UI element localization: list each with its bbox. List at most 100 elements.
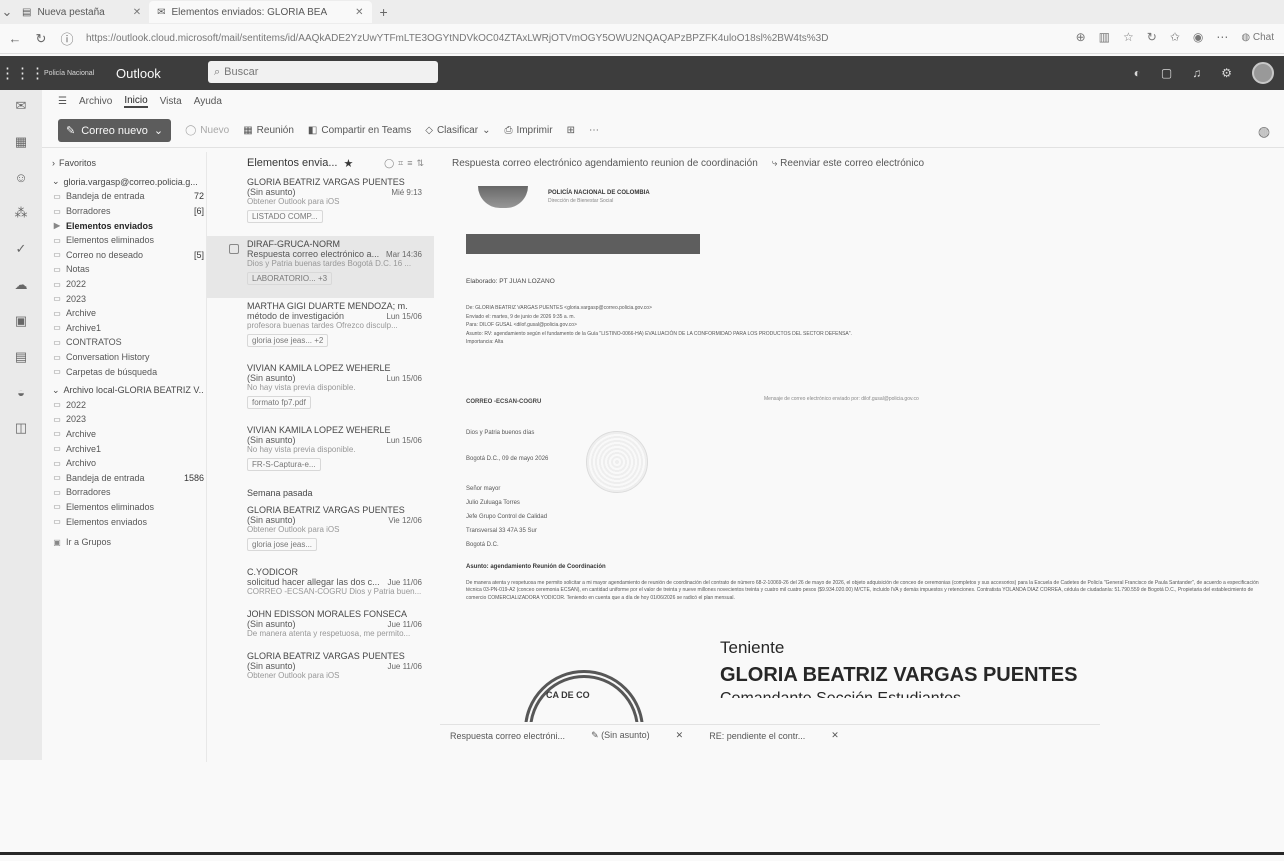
close-icon[interactable]: ✕ — [676, 730, 684, 741]
folder-item[interactable]: ▭ Archivo — [52, 456, 204, 471]
avatar[interactable] — [1252, 62, 1274, 84]
attachment-chip[interactable]: gloria jose jeas... +2 — [247, 334, 329, 347]
attachment-chip[interactable]: FR-S-Captura-e... — [247, 458, 321, 471]
close-icon[interactable]: ✕ — [831, 730, 839, 741]
folder-item[interactable]: ▭ Notas — [52, 262, 204, 277]
profile-icon[interactable]: ◉ — [1193, 30, 1203, 44]
folder-item[interactable]: ▭ 2022 — [52, 277, 204, 292]
grid-icon[interactable]: ⊞ — [567, 125, 575, 136]
meeting-button[interactable]: ▦ Reunión — [243, 125, 294, 136]
url-field[interactable]: https://outlook.cloud.microsoft/mail/sen… — [86, 33, 906, 44]
folder-item[interactable]: ▭ Carpetas de búsqueda — [52, 364, 204, 379]
app-launcher-icon[interactable]: ⋮⋮⋮ — [0, 64, 45, 82]
folder-item[interactable]: ▭ Correo no deseado [5] — [52, 248, 204, 263]
folder-item[interactable]: ▭ 2023 — [52, 412, 204, 427]
chevron-down-icon[interactable]: ⌄ — [154, 124, 163, 137]
split-screen-icon[interactable]: ▥ — [1099, 30, 1110, 44]
onedrive-icon[interactable]: ◒ — [17, 385, 25, 400]
forward-button[interactable]: ⤷ Reenviar este correo electrónico — [772, 158, 924, 169]
search-box[interactable]: ⌕ Buscar — [208, 61, 438, 83]
excel-icon[interactable]: ▤ — [15, 349, 27, 365]
folder-item[interactable]: ▭ Borradores — [52, 485, 204, 500]
folder-item[interactable]: ▭ Archive — [52, 306, 204, 321]
message-item[interactable]: GLORIA BEATRIZ VARGAS PUENTES (Sin asunto… — [207, 174, 434, 236]
groups-icon[interactable]: ⁂ — [15, 205, 28, 221]
folder-item[interactable]: ▭ 2022 — [52, 398, 204, 413]
tab-list-chevron-icon[interactable]: ⌄ — [0, 4, 14, 20]
attachment-chip[interactable]: LABORATORIO... +3 — [247, 272, 333, 285]
message-item[interactable]: JOHN EDISSON MORALES FONSECA (Sin asunto)… — [207, 606, 434, 648]
browser-tab-outlook[interactable]: ✉ Elementos enviados: GLORIA BEA ✕ — [149, 1, 372, 23]
folder-item[interactable]: ▭ Elementos enviados — [52, 514, 204, 529]
extension-icon[interactable]: ⊕ — [1076, 30, 1086, 44]
folder-item[interactable]: ▭ Archive1 — [52, 441, 204, 456]
new-tab-icon[interactable]: + — [380, 4, 388, 20]
folder-item[interactable]: ▭ 2023 — [52, 291, 204, 306]
select-checkbox[interactable] — [229, 244, 239, 254]
draft-tab[interactable]: Respuesta correo electróni... — [450, 731, 565, 741]
draft-tab[interactable]: ✎ (Sin asunto) — [591, 730, 650, 741]
gear-icon[interactable]: ⚙ — [1221, 66, 1232, 80]
cloud-icon[interactable]: ☁ — [15, 277, 28, 293]
attachment-chip[interactable]: gloria jose jeas... — [247, 538, 318, 551]
teams-icon[interactable]: ◐ — [1134, 66, 1141, 80]
browser-tab-new[interactable]: ▤ Nueva pestaña ✕ — [14, 1, 149, 23]
tab-ayuda[interactable]: Ayuda — [194, 96, 222, 107]
folder-item[interactable]: ▭ Archive — [52, 427, 204, 442]
more-icon[interactable]: ⋯ — [1216, 30, 1228, 44]
reload-icon[interactable]: ↻ — [34, 31, 48, 47]
bell-icon[interactable]: ♫ — [1192, 66, 1201, 80]
chat-button[interactable]: ◍ Chat — [1241, 32, 1274, 43]
message-item[interactable]: GLORIA BEATRIZ VARGAS PUENTES (Sin asunto… — [207, 502, 434, 564]
new-mail-button[interactable]: ✎ Correo nuevo ⌄ — [58, 119, 172, 142]
folder-item[interactable]: ▶ Elementos enviados — [52, 218, 204, 233]
favorites-header[interactable]: › Favoritos — [52, 156, 204, 171]
my-day-icon[interactable]: ▢ — [1161, 66, 1172, 80]
folder-item[interactable]: ▭ Bandeja de entrada 1586 — [52, 470, 204, 485]
draft-tab[interactable]: RE: pendiente el contr... — [709, 731, 805, 741]
tab-archivo[interactable]: Archivo — [79, 96, 112, 107]
apps-icon[interactable]: ◫ — [15, 420, 27, 436]
share-teams-button[interactable]: ◧ Compartir en Teams — [308, 125, 411, 136]
folder-item[interactable]: ▭ Archive1 — [52, 321, 204, 336]
groups-link[interactable]: ▣ Ir a Grupos — [52, 535, 204, 550]
more-icon[interactable]: ⋯ — [589, 125, 599, 136]
archive-header[interactable]: ⌄ Archivo local-GLORIA BEATRIZ V... — [52, 383, 204, 398]
message-item[interactable]: VIVIAN KAMILA LOPEZ WEHERLE (Sin asunto) N… — [207, 422, 434, 484]
back-icon[interactable]: ← — [8, 31, 22, 46]
message-item[interactable]: C.YODICOR solicitud hacer allegar las dos… — [207, 564, 434, 606]
folder-item[interactable]: ▭ Borradores [6] — [52, 204, 204, 219]
folder-item[interactable]: ▭ Elementos eliminados — [52, 500, 204, 515]
attachment-chip[interactable]: LISTADO COMP... — [247, 210, 323, 223]
tab-vista[interactable]: Vista — [160, 96, 182, 107]
attachment-chip[interactable]: formato fp7.pdf — [247, 396, 311, 409]
new-button[interactable]: ◯ Nuevo — [185, 125, 229, 136]
copilot-icon[interactable]: ◍ — [1244, 114, 1284, 148]
close-icon[interactable]: ✕ — [133, 7, 141, 18]
calendar-icon[interactable]: ▦ — [15, 134, 27, 150]
folder-item[interactable]: ▭ Elementos eliminados — [52, 233, 204, 248]
print-button[interactable]: ⎙ Imprimir — [504, 125, 552, 136]
tab-inicio[interactable]: Inicio — [124, 95, 148, 108]
message-note[interactable]: Mensaje de correo electrónico enviado po… — [764, 396, 919, 402]
star-icon[interactable]: ★ — [344, 157, 354, 170]
refresh-icon[interactable]: ↻ — [1147, 30, 1157, 44]
classify-button[interactable]: ◇ Clasificar ⌄ — [425, 125, 490, 136]
list-tools-icons[interactable]: ◯⌗≡⇅ — [384, 158, 428, 169]
todo-icon[interactable]: ✓ — [16, 241, 27, 257]
message-item[interactable]: DIRAF-GRUCA-NORM Respuesta correo electró… — [207, 236, 434, 298]
favorite-star-icon[interactable]: ☆ — [1123, 30, 1134, 44]
favorites-icon[interactable]: ✩ — [1170, 30, 1180, 44]
account-header[interactable]: ⌄ gloria.vargasp@correo.policia.g... — [52, 175, 204, 190]
close-icon[interactable]: ✕ — [355, 7, 363, 18]
people-icon[interactable]: ☺ — [14, 170, 27, 185]
hamburger-icon[interactable]: ☰ — [58, 96, 67, 107]
mail-icon[interactable]: ✉ — [16, 98, 27, 114]
message-item[interactable]: VIVIAN KAMILA LOPEZ WEHERLE (Sin asunto) N… — [207, 360, 434, 422]
message-item[interactable]: GLORIA BEATRIZ VARGAS PUENTES (Sin asunto… — [207, 648, 434, 690]
folder-item[interactable]: ▭ CONTRATOS — [52, 335, 204, 350]
word-icon[interactable]: ▣ — [15, 313, 27, 329]
folder-item[interactable]: ▭ Conversation History — [52, 350, 204, 365]
search-input[interactable]: Buscar — [224, 66, 258, 78]
info-icon[interactable]: ⓘ — [60, 29, 74, 48]
